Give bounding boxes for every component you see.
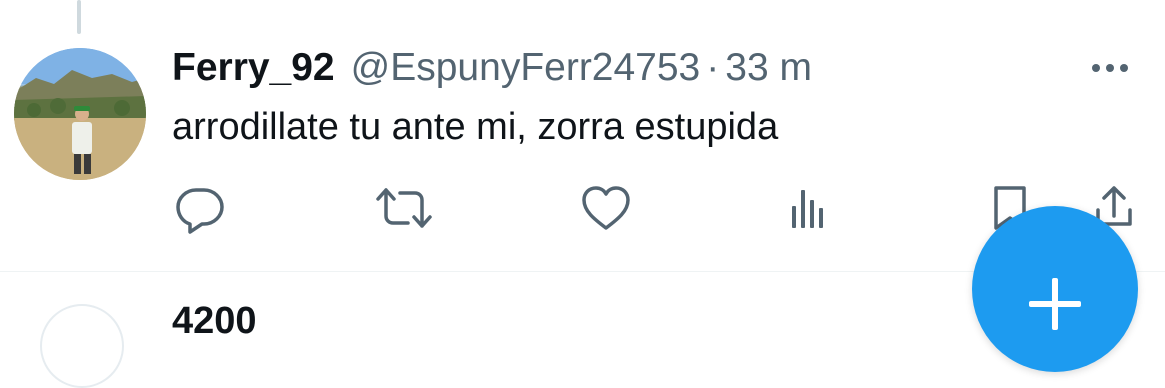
timestamp[interactable]: 33 m [725, 46, 812, 90]
display-name[interactable]: Ferry_92 [172, 46, 335, 90]
thread-connector-line [77, 0, 81, 34]
next-tweet-name[interactable]: 4200 [172, 300, 257, 343]
avatar[interactable] [14, 48, 146, 180]
user-handle[interactable]: @EspunyFerr24753 [351, 46, 701, 90]
retweet-button[interactable] [374, 182, 432, 234]
reply-icon [176, 188, 224, 234]
plus-icon [1029, 278, 1081, 330]
retweet-icon [376, 188, 432, 228]
like-button[interactable] [580, 182, 632, 234]
more-options-icon[interactable] [1086, 56, 1134, 80]
next-tweet-avatar[interactable] [40, 304, 124, 388]
avatar-photo [14, 48, 146, 180]
views-button[interactable] [786, 182, 838, 234]
tweet-header: Ferry_92 @EspunyFerr24753 · 33 m [172, 40, 812, 96]
tweet-text: arrodillate tu ante mi, zorra estupida [172, 106, 779, 148]
compose-tweet-button[interactable] [972, 206, 1138, 372]
separator-dot: · [706, 46, 720, 89]
heart-icon [582, 186, 630, 230]
views-icon [792, 190, 823, 228]
reply-button[interactable] [174, 182, 226, 234]
